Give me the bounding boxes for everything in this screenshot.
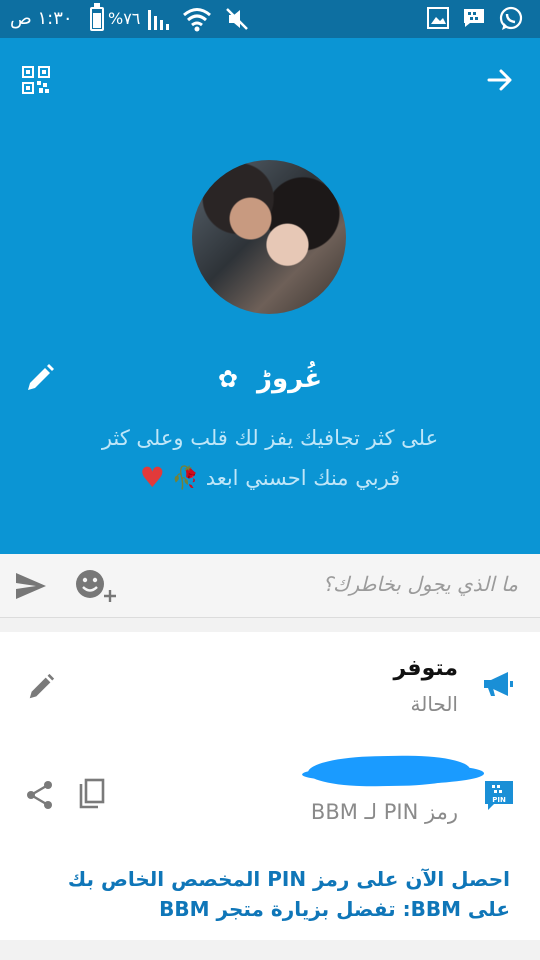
share-icon[interactable] <box>26 780 54 810</box>
send-icon[interactable] <box>14 570 48 602</box>
qr-code-icon[interactable] <box>22 66 50 94</box>
profile-bio: على كثر تجافيك يفز لك قلب وعلى كثر قربي … <box>40 418 500 499</box>
availability-status[interactable]: متوفر <box>394 656 459 681</box>
bio-line-2-row: قربي منك احسني ابعد 🥀 ♥ <box>40 458 500 499</box>
wifi-icon <box>183 8 211 32</box>
edit-status-icon[interactable] <box>26 672 56 702</box>
rose-icon: 🥀 <box>171 466 199 491</box>
profile-name: غُروڑ ✿ <box>0 364 540 394</box>
whatsapp-icon <box>499 6 523 30</box>
bottom-strip <box>0 940 540 960</box>
pin-badge-icon: PIN <box>485 781 513 810</box>
avatar[interactable] <box>192 160 346 314</box>
pin-value-redacted <box>307 754 471 788</box>
megaphone-icon <box>484 672 513 696</box>
bio-line-1: على كثر تجافيك يفز لك قلب وعلى كثر <box>101 426 439 450</box>
bio-line-2: قربي منك احسني ابعد <box>205 466 401 490</box>
mute-icon <box>226 8 248 30</box>
status-composer: ما الذي يجول بخاطرك؟ <box>0 554 540 618</box>
get-pin-link[interactable]: احصل الآن على رمز PIN المخصص الخاص بك عل… <box>30 864 510 924</box>
status-label: الحالة <box>410 692 458 716</box>
add-emoji-icon[interactable] <box>74 568 118 604</box>
status-input[interactable]: ما الذي يجول بخاطرك؟ <box>322 572 518 596</box>
bbm-notification-icon <box>464 9 484 27</box>
display-name: غُروڑ <box>257 364 323 394</box>
pin-badge-text: PIN <box>492 796 506 804</box>
pin-label: رمز PIN لـ BBM <box>310 800 458 824</box>
heart-icon: ♥ <box>139 461 165 494</box>
battery-percent: %٧٦ <box>108 9 141 28</box>
flower-icon: ✿ <box>217 365 238 393</box>
arrow-right-icon[interactable] <box>486 66 514 94</box>
signal-icon <box>148 10 169 30</box>
gallery-icon <box>427 7 449 29</box>
battery-icon <box>90 3 104 31</box>
details-card: متوفر الحالة PIN رمز PIN لـ BBM احصل الآ… <box>0 632 540 940</box>
clock: ١:٣٠ ص <box>10 8 73 29</box>
profile-header: غُروڑ ✿ على كثر تجافيك يفز لك قلب وعلى ك… <box>0 38 540 554</box>
copy-icon[interactable] <box>78 778 106 810</box>
status-bar: ١:٣٠ ص %٧٦ <box>0 0 540 38</box>
